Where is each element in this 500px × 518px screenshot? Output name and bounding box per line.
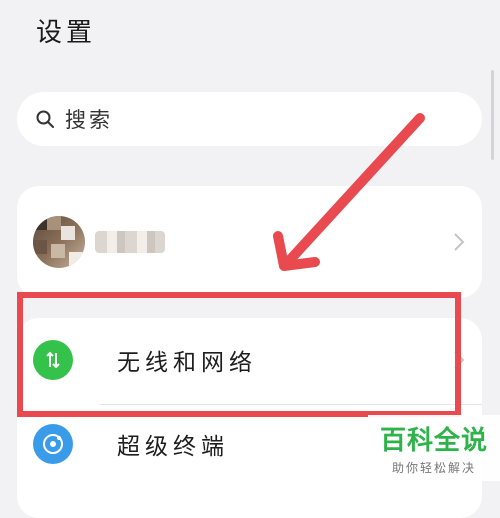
watermark-subtitle: 助你轻松解决 — [391, 461, 476, 475]
watermark: 百科全说 助你轻松解决 — [368, 415, 500, 481]
annotation-arrow — [273, 113, 425, 271]
watermark-title: 百科全说 — [379, 426, 488, 456]
